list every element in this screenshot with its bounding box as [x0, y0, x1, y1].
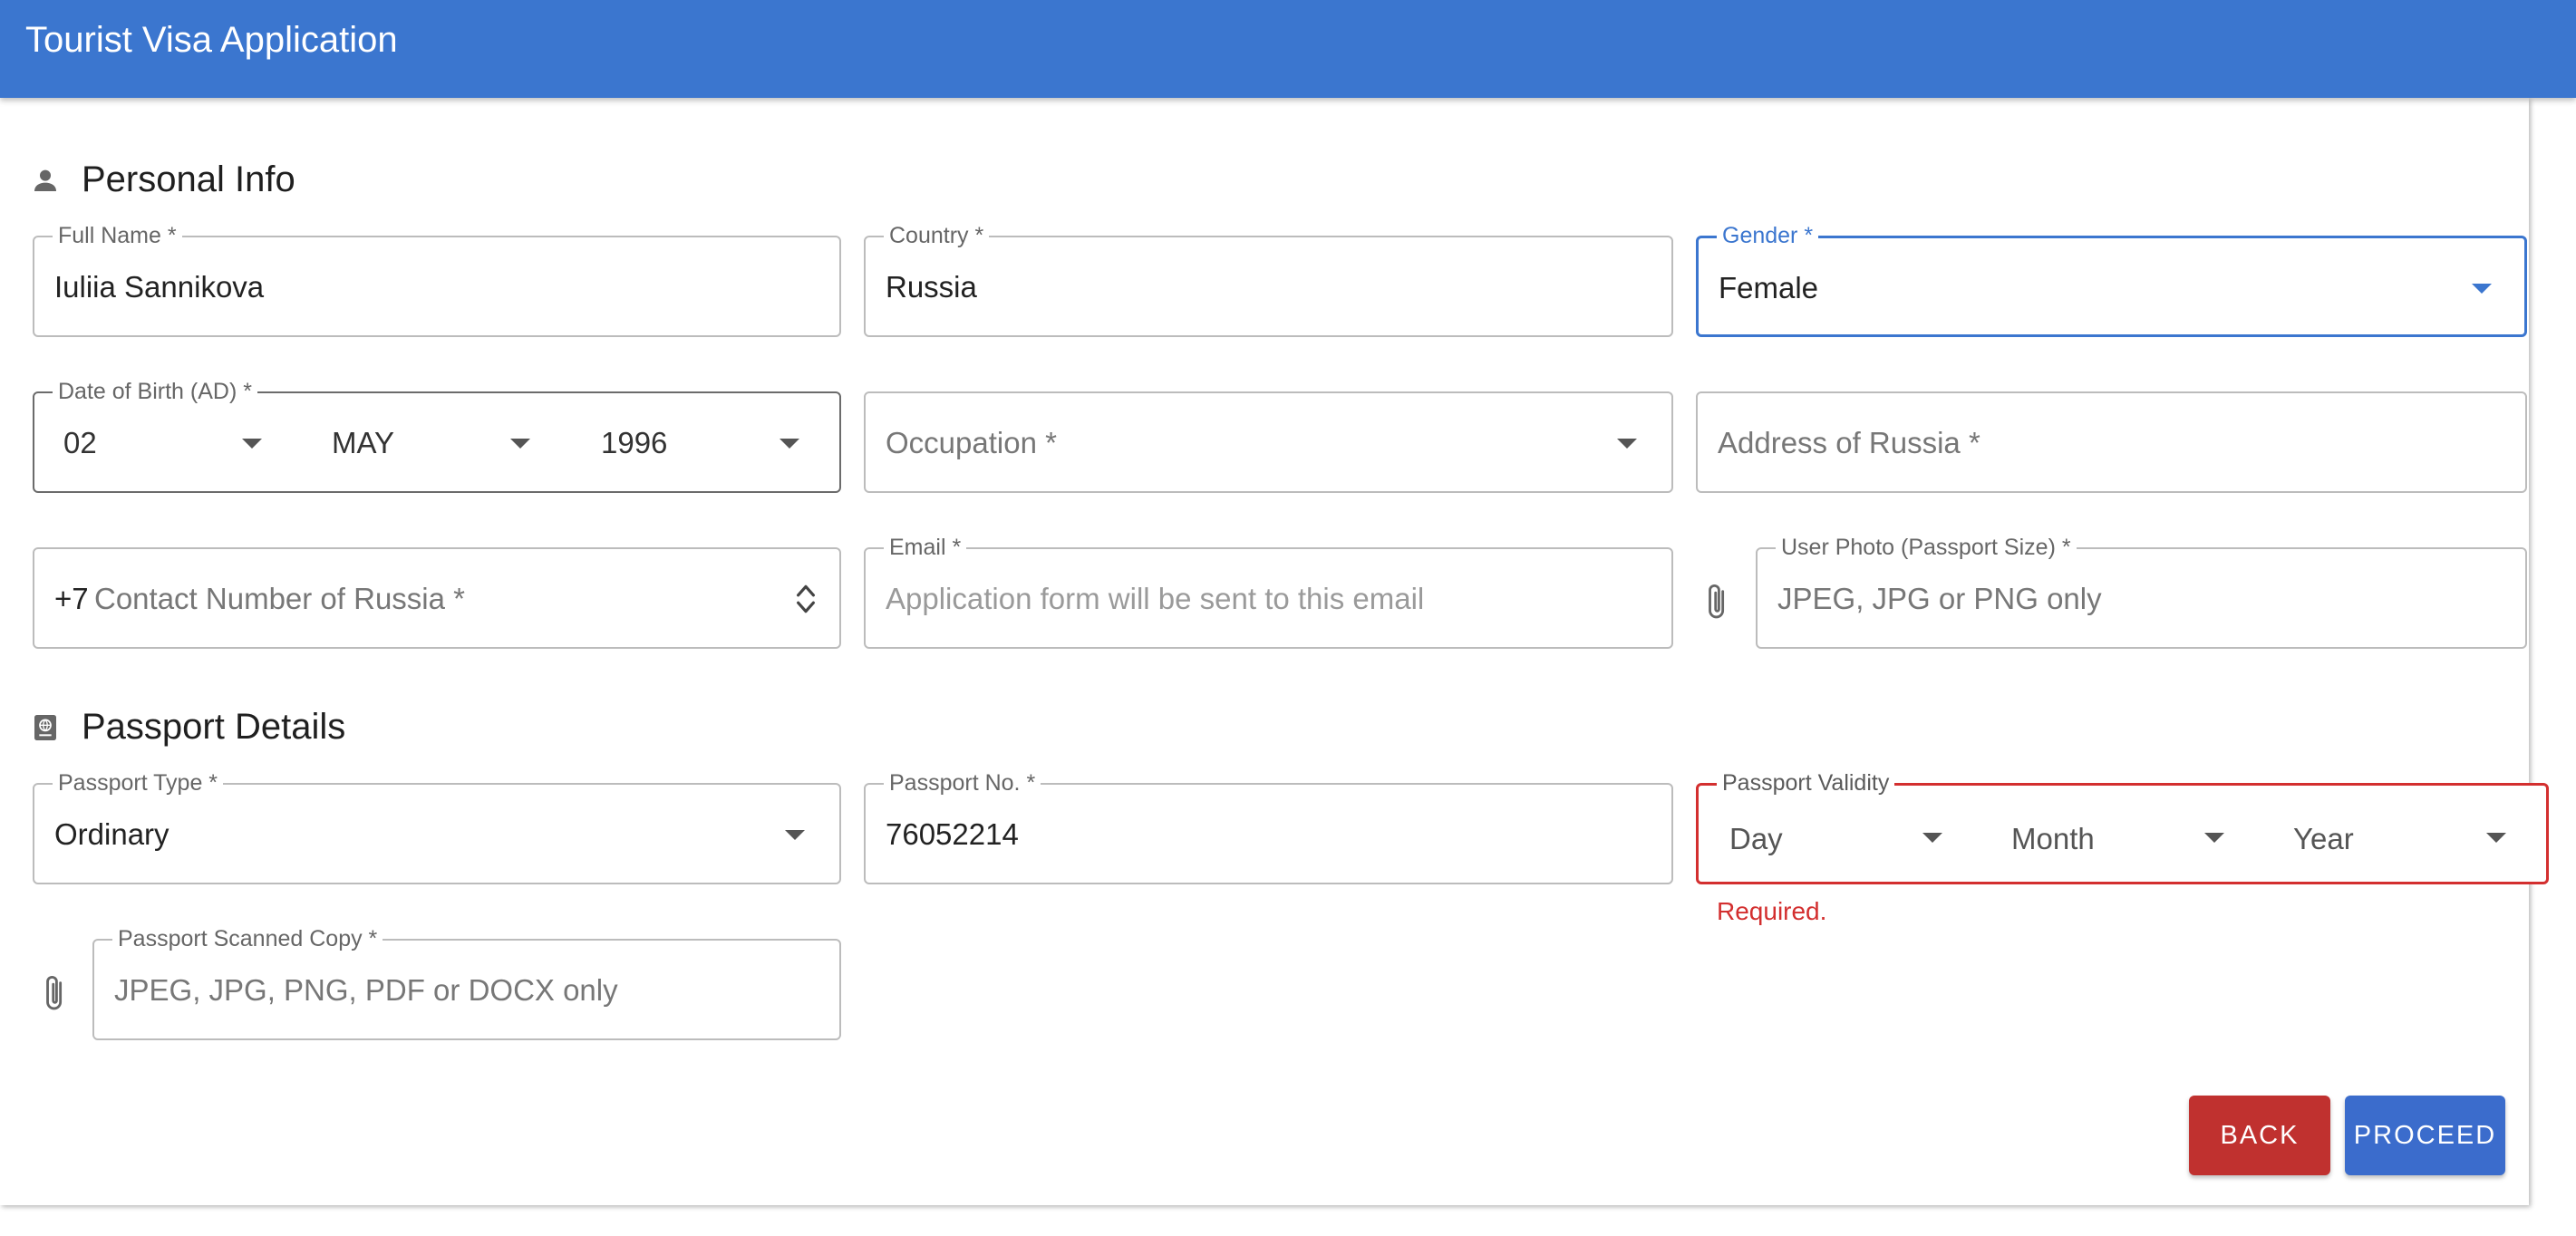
section-passport-details: Passport Details	[31, 707, 345, 748]
section-personal-info: Personal Info	[31, 159, 295, 200]
country-label: Country *	[884, 223, 990, 248]
chevron-down-icon[interactable]	[785, 830, 805, 840]
spinner-arrows-icon[interactable]	[794, 580, 818, 618]
chevron-down-icon[interactable]	[1617, 439, 1637, 449]
chevron-down-icon[interactable]	[2204, 833, 2224, 843]
full-name-field[interactable]: Full Name * Iuliia Sannikova	[33, 223, 841, 337]
contact-prefix: +7	[54, 582, 89, 615]
passport-validity-error: Required.	[1717, 897, 1827, 925]
full-name-label: Full Name *	[53, 223, 182, 248]
chevron-down-icon[interactable]	[1922, 833, 1942, 843]
section-title-personal: Personal Info	[82, 159, 295, 199]
gender-value: Female	[1719, 271, 1819, 304]
date-of-birth-field: Date of Birth (AD) * 02 MAY 1996	[33, 379, 841, 493]
passport-type-value: Ordinary	[54, 817, 169, 851]
validity-month-select[interactable]: Month	[2011, 822, 2095, 856]
passport-scan-placeholder: JPEG, JPG, PNG, PDF or DOCX only	[114, 973, 618, 1007]
passport-scan-upload[interactable]: Passport Scanned Copy * JPEG, JPG, PNG, …	[92, 926, 841, 1040]
country-value: Russia	[886, 270, 977, 304]
passport-validity-field: Passport Validity Day Month Year	[1696, 770, 2549, 884]
contact-placeholder: Contact Number of Russia *	[94, 582, 466, 615]
passport-type-label: Passport Type *	[53, 770, 224, 796]
back-button[interactable]: BACK	[2189, 1096, 2330, 1175]
gender-select[interactable]: Gender * Female	[1696, 223, 2527, 337]
dob-day-select[interactable]: 02	[63, 426, 97, 460]
email-label: Email *	[884, 535, 967, 560]
country-field[interactable]: Country * Russia	[864, 223, 1673, 337]
paperclip-icon[interactable]	[1702, 580, 1733, 623]
occupation-select[interactable]: Occupation *	[864, 391, 1673, 493]
chevron-down-icon[interactable]	[780, 439, 799, 449]
user-photo-upload[interactable]: User Photo (Passport Size) * JPEG, JPG o…	[1756, 535, 2527, 649]
contact-number-field[interactable]: +7 Contact Number of Russia *	[33, 547, 841, 649]
address-placeholder: Address of Russia *	[1718, 426, 1980, 459]
passport-icon	[31, 713, 60, 742]
user-photo-placeholder: JPEG, JPG or PNG only	[1777, 582, 2102, 615]
user-photo-label: User Photo (Passport Size) *	[1776, 535, 2077, 560]
full-name-value: Iuliia Sannikova	[54, 270, 265, 304]
dob-label: Date of Birth (AD) *	[53, 379, 257, 404]
chevron-down-icon[interactable]	[242, 439, 262, 449]
chevron-down-icon[interactable]	[510, 439, 530, 449]
occupation-placeholder: Occupation *	[886, 426, 1057, 459]
section-title-passport: Passport Details	[82, 707, 346, 747]
passport-number-label: Passport No. *	[884, 770, 1041, 796]
person-icon	[31, 166, 60, 195]
passport-validity-label: Passport Validity	[1717, 770, 1895, 796]
chevron-down-icon[interactable]	[2486, 833, 2506, 843]
dob-year-select[interactable]: 1996	[601, 426, 667, 460]
address-field[interactable]: Address of Russia *	[1696, 391, 2527, 493]
passport-number-field[interactable]: Passport No. * 76052214	[864, 770, 1673, 884]
passport-number-value: 76052214	[886, 817, 1019, 851]
app-title: Tourist Visa Application	[25, 20, 398, 60]
paperclip-icon[interactable]	[40, 971, 71, 1015]
email-field[interactable]: Email * Application form will be sent to…	[864, 535, 1673, 649]
proceed-button[interactable]: PROCEED	[2345, 1096, 2505, 1175]
dob-month-select[interactable]: MAY	[332, 426, 394, 460]
gender-label: Gender *	[1717, 223, 1819, 248]
passport-type-select[interactable]: Passport Type * Ordinary	[33, 770, 841, 884]
validity-year-select[interactable]: Year	[2293, 822, 2354, 856]
email-placeholder: Application form will be sent to this em…	[886, 582, 1425, 615]
app-bar: Tourist Visa Application	[0, 0, 2576, 98]
chevron-down-icon[interactable]	[2472, 284, 2492, 294]
validity-day-select[interactable]: Day	[1729, 822, 1783, 856]
passport-scan-label: Passport Scanned Copy *	[112, 926, 383, 951]
